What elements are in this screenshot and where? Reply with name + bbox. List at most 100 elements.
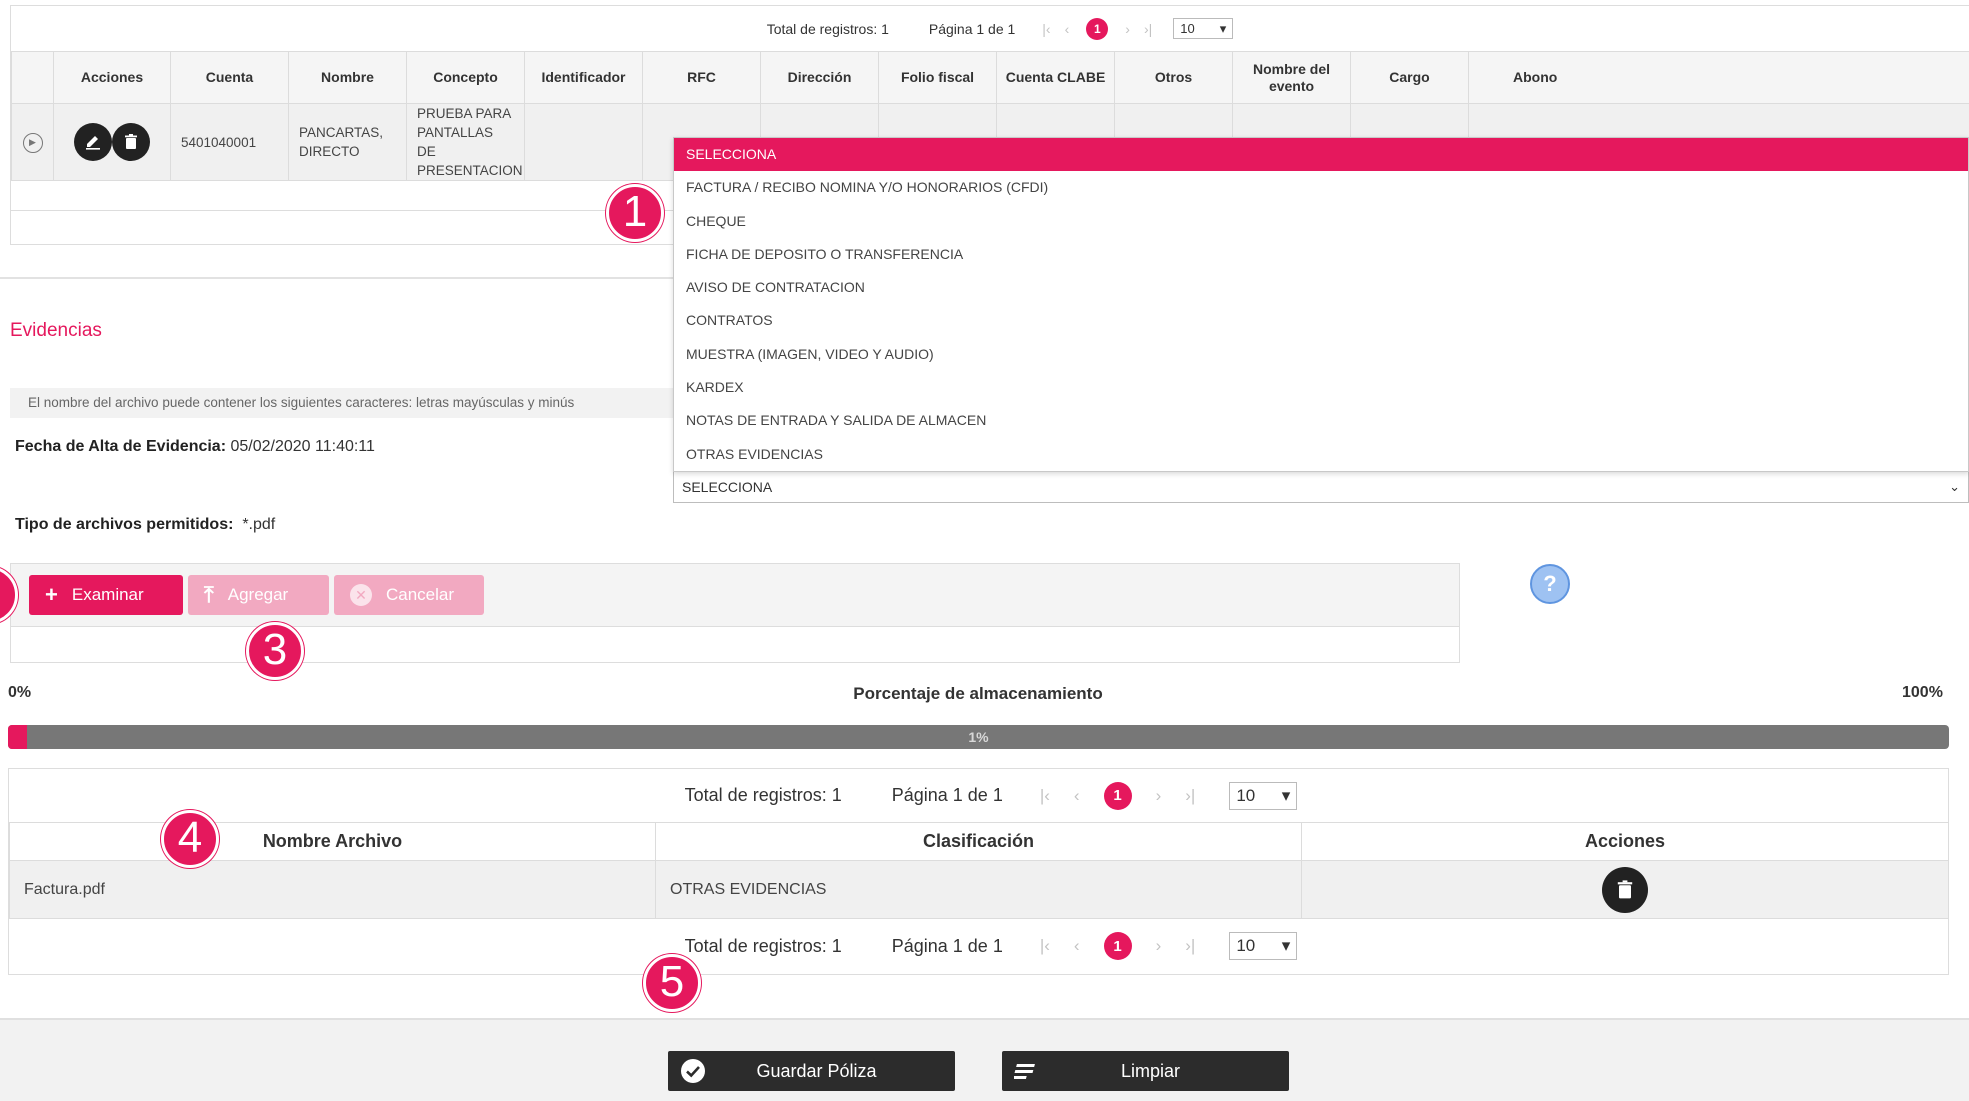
dropdown-option[interactable]: CONTRATOS: [674, 304, 1968, 337]
filename-hint: El nombre del archivo puede contener los…: [10, 388, 673, 418]
limpiar-button[interactable]: Limpiar: [1002, 1051, 1289, 1091]
eraser-icon: [1002, 1060, 1052, 1082]
current-page-button[interactable]: 1: [1086, 17, 1109, 40]
upload-file-area: [10, 627, 1460, 663]
per-page-select[interactable]: 10 ▾: [1229, 932, 1298, 960]
next-page-icon[interactable]: ›: [1125, 21, 1130, 37]
per-page-value: 10: [1236, 936, 1256, 955]
storage-max-label: 100%: [1902, 684, 1943, 701]
table-row: Factura.pdf OTRAS EVIDENCIAS: [9, 860, 1949, 919]
select-value: SELECCIONA: [682, 479, 773, 495]
agregar-label: Agregar: [227, 585, 289, 604]
fecha-alta-field: Fecha de Alta de Evidencia: 05/02/2020 1…: [15, 438, 375, 456]
first-page-icon[interactable]: |‹: [1042, 21, 1050, 37]
top-pagination: Total de registros: 1 Página 1 de 1 |‹ ‹…: [11, 6, 1969, 51]
last-page-icon[interactable]: ›|: [1185, 786, 1195, 806]
caret-down-icon: ▾: [1281, 785, 1291, 805]
dropdown-option[interactable]: SELECCIONA: [674, 138, 1968, 172]
column-header-expand: [11, 51, 54, 104]
delete-file-button[interactable]: [1602, 866, 1648, 913]
dropdown-option[interactable]: FACTURA / RECIBO NOMINA Y/O HONORARIOS (…: [674, 171, 1968, 204]
column-header: Folio fiscal: [878, 51, 997, 104]
storage-progress-bar: 1%: [8, 725, 1949, 749]
upload-toolbar: + Examinar ⤒ Agregar ✕ Cancelar: [10, 563, 1460, 627]
first-page-icon[interactable]: |‹: [1040, 936, 1050, 956]
trash-icon: [124, 134, 137, 149]
column-header: Cuenta CLABE: [996, 51, 1115, 104]
column-header: Cargo: [1350, 51, 1469, 104]
column-header: Nombre: [288, 51, 407, 104]
column-header: Dirección: [760, 51, 879, 104]
prev-page-icon[interactable]: ‹: [1074, 786, 1080, 806]
caret-down-icon: ▾: [1219, 20, 1227, 36]
files-table-block: Total de registros: 1 Página 1 de 1 |‹ ‹…: [8, 768, 1949, 975]
footer-bar: Guardar Póliza Limpiar: [0, 1018, 1969, 1101]
guardar-poliza-button[interactable]: Guardar Póliza: [668, 1051, 955, 1091]
cancelar-label: Cancelar: [386, 585, 455, 604]
actions-cell: [53, 103, 171, 181]
page-indicator: Página 1 de 1: [928, 20, 1016, 37]
last-page-icon[interactable]: ›|: [1185, 936, 1195, 956]
first-page-icon[interactable]: |‹: [1040, 786, 1050, 806]
caret-down-icon: ▾: [1281, 936, 1291, 955]
delete-button[interactable]: [111, 123, 150, 161]
step-marker-3: 3: [246, 622, 304, 680]
upload-icon: ⤒: [204, 582, 214, 607]
current-page-button[interactable]: 1: [1103, 781, 1132, 810]
per-page-select[interactable]: 10 ▾: [1229, 781, 1298, 810]
column-header: Otros: [1114, 51, 1233, 104]
chevron-down-icon: ⌄: [1949, 479, 1960, 494]
dropdown-option[interactable]: NOTAS DE ENTRADA Y SALIDA DE ALMACEN: [674, 404, 1968, 437]
expand-cell: ▶: [11, 103, 54, 181]
dropdown-option[interactable]: AVISO DE CONTRATACION: [674, 271, 1968, 304]
expand-row-icon[interactable]: ▶: [22, 132, 43, 153]
column-header: Acciones: [53, 51, 171, 104]
cell-concepto: PRUEBA PARA PANTALLAS DE PRESENTACION: [406, 103, 525, 181]
column-header: Identificador: [524, 51, 643, 104]
current-page-button[interactable]: 1: [1103, 932, 1132, 960]
per-page-select[interactable]: 10 ▾: [1173, 18, 1234, 39]
clasificacion-select[interactable]: SELECCIONA ⌄: [673, 471, 1969, 503]
column-header: RFC: [642, 51, 761, 104]
files-bottom-pagination: Total de registros: 1 Página 1 de 1 |‹ ‹…: [9, 919, 1948, 973]
clasificacion-dropdown-list: SELECCIONA FACTURA / RECIBO NOMINA Y/O H…: [673, 137, 1969, 472]
examinar-label: Examinar: [71, 585, 144, 604]
dropdown-option[interactable]: CHEQUE: [674, 205, 1968, 238]
column-header: Concepto: [406, 51, 525, 104]
fecha-alta-label: Fecha de Alta de Evidencia:: [15, 438, 227, 455]
help-icon[interactable]: ?: [1530, 564, 1570, 604]
total-records: Total de registros: 1: [684, 785, 842, 805]
examinar-button[interactable]: + Examinar: [29, 575, 183, 615]
dropdown-option[interactable]: MUESTRA (IMAGEN, VIDEO Y AUDIO): [674, 338, 1968, 371]
prev-page-icon[interactable]: ‹: [1065, 21, 1070, 37]
next-page-icon[interactable]: ›: [1156, 786, 1162, 806]
trash-icon: [1617, 879, 1633, 898]
dropdown-option[interactable]: KARDEX: [674, 371, 1968, 404]
storage-progress-label: 1%: [968, 729, 989, 745]
prev-page-icon[interactable]: ‹: [1074, 936, 1080, 956]
step-marker-1: 1: [606, 184, 664, 242]
page-indicator: Página 1 de 1: [891, 785, 1003, 805]
section-title: Evidencias: [10, 320, 102, 341]
column-header: Nombre Archivo: [9, 822, 656, 861]
cell-clasificacion: OTRAS EVIDENCIAS: [655, 860, 1302, 919]
cancelar-button[interactable]: ✕ Cancelar: [334, 575, 484, 615]
table-header-row: Nombre Archivo Clasificación Acciones: [9, 822, 1949, 861]
tipo-archivos-value: *.pdf: [242, 516, 276, 533]
dropdown-option[interactable]: FICHA DE DEPOSITO O TRANSFERENCIA: [674, 238, 1968, 271]
table-header-row: Acciones Cuenta Nombre Concepto Identifi…: [11, 51, 1969, 104]
divider: [0, 277, 673, 279]
last-page-icon[interactable]: ›|: [1144, 21, 1152, 37]
dropdown-option[interactable]: OTRAS EVIDENCIAS: [674, 438, 1968, 471]
column-header: Cuenta: [170, 51, 289, 104]
files-top-pagination: Total de registros: 1 Página 1 de 1 |‹ ‹…: [9, 769, 1948, 822]
check-circle-icon: [668, 1058, 718, 1084]
edit-button[interactable]: [74, 123, 113, 161]
tipo-archivos-label: Tipo de archivos permitidos:: [15, 516, 234, 533]
actions-cell: [1301, 860, 1949, 919]
next-page-icon[interactable]: ›: [1156, 936, 1162, 956]
agregar-button[interactable]: ⤒ Agregar: [188, 575, 329, 615]
page-indicator: Página 1 de 1: [891, 935, 1003, 956]
column-header: Acciones: [1301, 822, 1949, 861]
pencil-icon: [86, 136, 101, 150]
